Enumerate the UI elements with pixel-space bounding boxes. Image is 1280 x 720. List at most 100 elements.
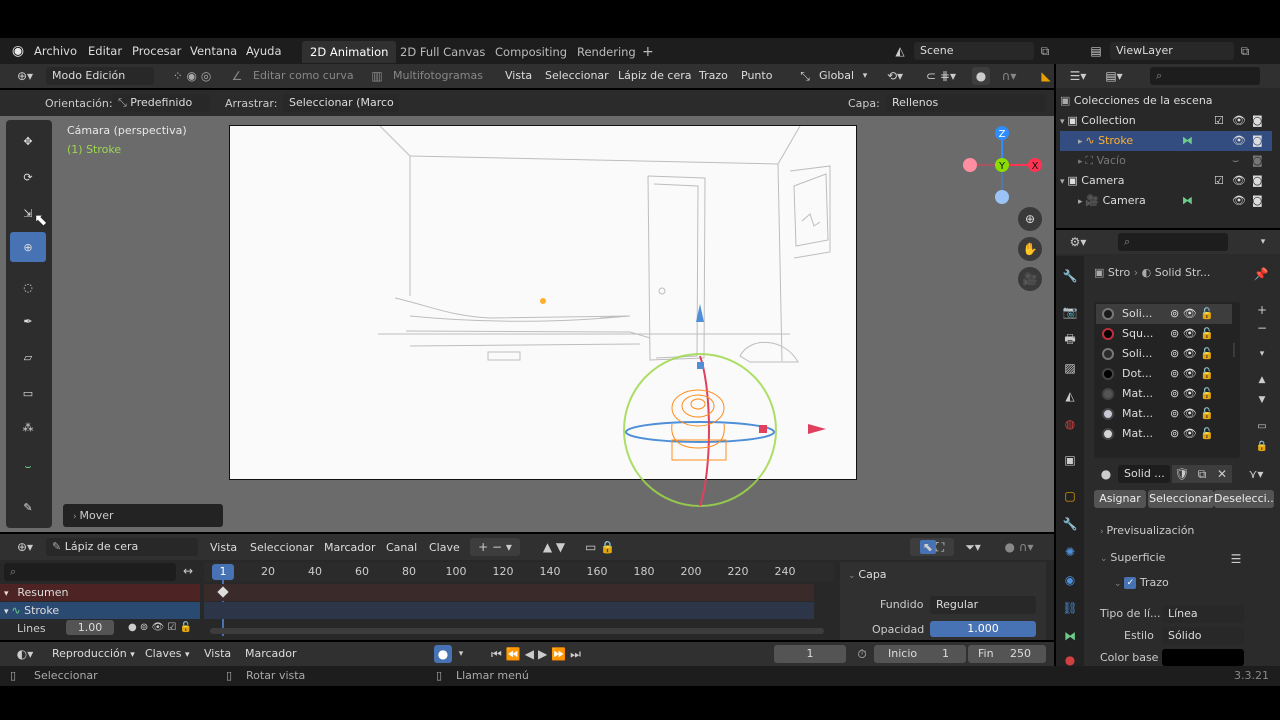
timeline-menu-view[interactable]: Vista xyxy=(204,647,231,660)
menu-trazo[interactable]: Trazo xyxy=(699,69,728,82)
chevron-down-icon[interactable]: ▾ xyxy=(858,67,872,85)
menu-ventana[interactable]: Ventana xyxy=(186,38,241,64)
material-visibility-icons[interactable]: ⊚ 👁 🔓 xyxy=(1170,424,1214,444)
drag-selector[interactable]: Seleccionar (Marco xyxy=(283,94,399,112)
menu-ayuda[interactable]: Ayuda xyxy=(242,38,286,64)
stroke-checkbox[interactable]: ✓ xyxy=(1124,577,1137,589)
curve-edit-label[interactable]: Editar como curva xyxy=(253,69,354,82)
material-slot[interactable]: Mat... ⊚ 👁 🔓 xyxy=(1096,404,1232,424)
outliner-row-empty[interactable]: ▸ ⛶ Vacío ⌣ ◙ xyxy=(1060,151,1272,171)
menu-vista[interactable]: Vista xyxy=(505,69,532,82)
start-frame-field[interactable]: Inicio 1 xyxy=(874,645,966,663)
scene-tab-icon[interactable]: ◭ xyxy=(1060,386,1080,406)
proportional-icons[interactable]: ● ∩▾ xyxy=(994,538,1044,556)
playback-controls[interactable]: ⏮⏪◀▶⏩⏭ xyxy=(478,645,598,663)
scene-icon[interactable]: ◭ xyxy=(888,42,912,60)
material-visibility-icons[interactable]: ⊚ 👁 🔓 xyxy=(1170,304,1214,324)
eye-closed-icon[interactable]: ⌣ xyxy=(1232,151,1239,171)
add-workspace-button[interactable]: + xyxy=(634,41,662,63)
editor-type-icon[interactable]: ⊕▾ xyxy=(10,67,40,85)
dopesheet-menu-canal[interactable]: Canal xyxy=(386,541,417,554)
multiframe-icon[interactable]: ▥ xyxy=(368,67,386,85)
checkbox-icon[interactable]: ☑ xyxy=(1214,111,1224,131)
operator-panel[interactable]: › Mover xyxy=(63,504,223,527)
view-layer-icon[interactable]: ▤ xyxy=(1084,42,1108,60)
timeline-menu-marker[interactable]: Marcador xyxy=(245,647,297,660)
preview-panel[interactable]: › Previsualización xyxy=(1100,524,1194,537)
layer-opacity-field[interactable]: 1.00 xyxy=(66,620,114,635)
material-slot[interactable]: Dot... ⊚ 👁 🔓 xyxy=(1096,364,1232,384)
annotate-tool-icon[interactable]: ✎ xyxy=(10,492,46,522)
multiframe-label[interactable]: Multifotogramas xyxy=(393,69,483,82)
falloff-icon[interactable]: ∩▾ xyxy=(994,67,1024,85)
outliner-editor-icon[interactable]: ☰▾ xyxy=(1064,67,1092,85)
display-mode-icon[interactable]: ▤▾ xyxy=(1100,67,1128,85)
active-material-name[interactable]: Solid ... xyxy=(1118,465,1170,483)
noise-tool-icon[interactable]: ⁂ xyxy=(10,412,46,442)
timeline-editor-icon[interactable]: ◐▾ xyxy=(10,645,40,663)
material-slot[interactable]: Mat... ⊚ 👁 🔓 xyxy=(1096,384,1232,404)
horizontal-scrollbar[interactable] xyxy=(210,628,824,634)
end-frame-field[interactable]: Fin 250 xyxy=(968,645,1046,663)
view-layer-tab-icon[interactable]: ▨ xyxy=(1060,358,1080,378)
remove-slot-icon[interactable]: − xyxy=(1254,320,1270,336)
filter-icon[interactable]: ⏷▾ xyxy=(958,538,988,556)
material-visibility-icons[interactable]: ⊚ 👁 🔓 xyxy=(1170,404,1214,424)
render-tab-icon[interactable]: 📷 xyxy=(1060,302,1080,322)
gpencil-data-icon[interactable]: ⧓ xyxy=(1182,131,1193,151)
camera-render-icon[interactable]: ◙ xyxy=(1252,191,1263,211)
camera-render-icon[interactable]: ◙ xyxy=(1252,111,1263,131)
eye-icon[interactable]: 👁 xyxy=(1232,131,1246,151)
dopesheet-mode-selector[interactable]: ✎ Lápiz de cera xyxy=(46,538,198,556)
move-up-icon[interactable]: ▲ xyxy=(1254,372,1270,388)
outliner-search[interactable]: ⌕ xyxy=(1150,67,1260,85)
select-mode-icons[interactable]: ⁘ ◉ ◎ xyxy=(162,67,222,85)
proportional-edit-icon[interactable]: ● xyxy=(972,67,990,85)
checkbox-icon[interactable]: ☑ xyxy=(1214,171,1224,191)
shear-tool-icon[interactable]: ▱ xyxy=(10,342,46,372)
record-icon[interactable]: ● xyxy=(434,645,452,663)
only-selected-icon[interactable]: ⬉ ⛶ xyxy=(910,538,954,556)
eye-icon[interactable]: 👁 xyxy=(1232,171,1246,191)
menu-archivo[interactable]: Archivo xyxy=(30,38,81,64)
surface-panel[interactable]: ⌄ Superficie xyxy=(1100,551,1165,564)
opacity-slider[interactable]: 1.000 xyxy=(930,621,1036,637)
to-sphere-tool-icon[interactable]: ▭ xyxy=(10,378,46,408)
material-visibility-icons[interactable]: ⊚ 👁 🔓 xyxy=(1170,384,1214,404)
camera-render-icon[interactable]: ◙ xyxy=(1252,131,1263,151)
menu-lapiz-de-cera[interactable]: Lápiz de cera xyxy=(618,69,692,82)
bend-tool-icon[interactable]: ✒ xyxy=(10,306,46,336)
line-type-selector[interactable]: Línea xyxy=(1162,605,1244,623)
timeline-menu-keys[interactable]: Claves ▾ xyxy=(145,647,190,660)
snap-icon[interactable]: ⊂ ⋕▾ xyxy=(916,67,966,85)
move-down-icon[interactable]: ▼ xyxy=(1254,392,1270,408)
move-tool-icon[interactable]: ✥ xyxy=(10,126,46,156)
new-scene-icon[interactable]: ⧉ xyxy=(1036,42,1054,60)
pivot-icon[interactable]: ⟲▾ xyxy=(880,67,910,85)
tab-2d-full-canvas[interactable]: 2D Full Canvas xyxy=(392,41,493,63)
list-icon[interactable]: ☰ xyxy=(1228,551,1244,567)
add-remove-layer-icon[interactable]: + − ▾ xyxy=(470,538,520,556)
channel-stroke[interactable]: ▾ ∿ Stroke xyxy=(0,602,200,619)
channel-summary[interactable]: ▾ Resumen xyxy=(0,584,200,601)
select-button[interactable]: Seleccionar xyxy=(1148,490,1214,508)
camera-view-icon[interactable]: 🎥 xyxy=(1018,267,1042,291)
menu-editar[interactable]: Editar xyxy=(84,38,126,64)
tool-tab-icon[interactable]: 🔧 xyxy=(1060,266,1080,286)
assign-button[interactable]: Asignar xyxy=(1094,490,1146,508)
pin-icon[interactable]: 📌 xyxy=(1252,265,1270,283)
overlay-icon[interactable]: ◣ xyxy=(1038,67,1054,85)
navigation-gizmo[interactable]: Z X Y xyxy=(958,124,1046,212)
orientation-icon[interactable]: ⤡ xyxy=(796,67,814,85)
deselect-button[interactable]: Deselecci... xyxy=(1214,490,1274,508)
swap-icon[interactable]: ↔ xyxy=(176,563,200,579)
dopesheet-editor-icon[interactable]: ⊕▾ xyxy=(10,538,40,556)
output-tab-icon[interactable]: 🖶 xyxy=(1060,330,1080,350)
material-type-icon[interactable]: ⋎▾ xyxy=(1240,465,1272,483)
pan-hand-icon[interactable]: ✋ xyxy=(1018,237,1042,261)
tab-rendering[interactable]: Rendering xyxy=(569,41,644,63)
list-scrollbar[interactable]: │ xyxy=(1228,300,1240,400)
new-view-layer-icon[interactable]: ⧉ xyxy=(1236,42,1254,60)
properties-search[interactable]: ⌕ xyxy=(1118,233,1228,251)
add-slot-icon[interactable]: + xyxy=(1254,302,1270,318)
